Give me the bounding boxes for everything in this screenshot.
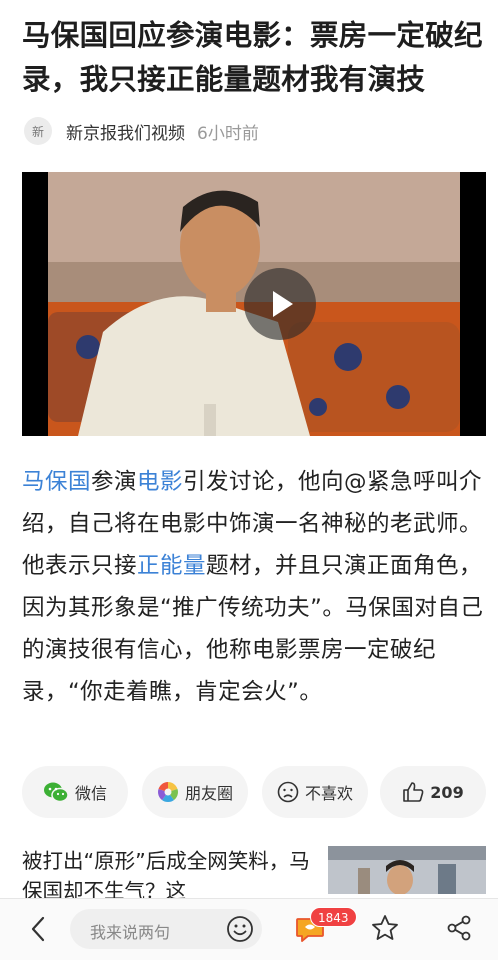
share-button[interactable] [444, 913, 474, 943]
share-icon [447, 915, 471, 941]
wechat-icon [43, 781, 69, 803]
like-count: 209 [430, 782, 464, 802]
share-moments-label: 朋友圈 [184, 784, 233, 803]
comment-count-badge: 1843 [310, 907, 357, 927]
like-button[interactable]: 209 [380, 766, 486, 818]
favorite-button[interactable] [370, 913, 400, 943]
source-row[interactable]: 新 新京报我们视频 6小时前 [24, 116, 259, 146]
comment-placeholder: 我来说两句 [90, 923, 171, 942]
emoji-icon[interactable] [226, 915, 254, 943]
play-button[interactable] [244, 268, 316, 340]
share-actions: 微信 朋友圈 不喜欢 209 [22, 766, 486, 818]
recommended-article[interactable]: 被打出“原形”后成全网笑料，马保国却不生气？这 [22, 846, 486, 903]
body-text: 参演 [91, 469, 138, 495]
article-body: 马保国参演电影引发讨论，他向@紧急呼叫介绍，自己将在电影中饰演一名神秘的老武师。… [22, 461, 488, 713]
share-moments-button[interactable]: 朋友圈 [142, 766, 248, 818]
share-wechat-button[interactable]: 微信 [22, 766, 128, 818]
dislike-face-icon [277, 781, 299, 803]
dislike-button[interactable]: 不喜欢 [262, 766, 368, 818]
article-title: 马保国回应参演电影：票房一定破纪录，我只接正能量题材我有演技 [22, 19, 483, 96]
moments-icon [157, 781, 179, 803]
source-avatar[interactable]: 新 [24, 117, 52, 145]
recommended-thumbnail [328, 846, 486, 894]
dislike-label: 不喜欢 [304, 784, 353, 803]
publish-time: 6小时前 [197, 123, 259, 144]
thumbs-up-icon [402, 781, 424, 803]
source-name[interactable]: 新京报我们视频 [66, 119, 185, 144]
share-wechat-label: 微信 [74, 784, 107, 803]
back-button[interactable] [24, 914, 54, 944]
video-thumbnail [48, 172, 460, 436]
recommended-title: 被打出“原形”后成全网笑料，马保国却不生气？这 [22, 849, 310, 903]
comment-input[interactable]: 我来说两句 [70, 909, 262, 949]
video-player[interactable] [22, 172, 486, 436]
keyword-link-positive-energy[interactable]: 正能量 [137, 553, 206, 579]
keyword-link-ma-baoguo[interactable]: 马保国 [22, 469, 91, 495]
star-icon [372, 915, 398, 940]
bottom-toolbar: 我来说两句 1843 [0, 898, 498, 960]
back-icon [31, 916, 45, 942]
keyword-link-movie[interactable]: 电影 [137, 469, 183, 495]
